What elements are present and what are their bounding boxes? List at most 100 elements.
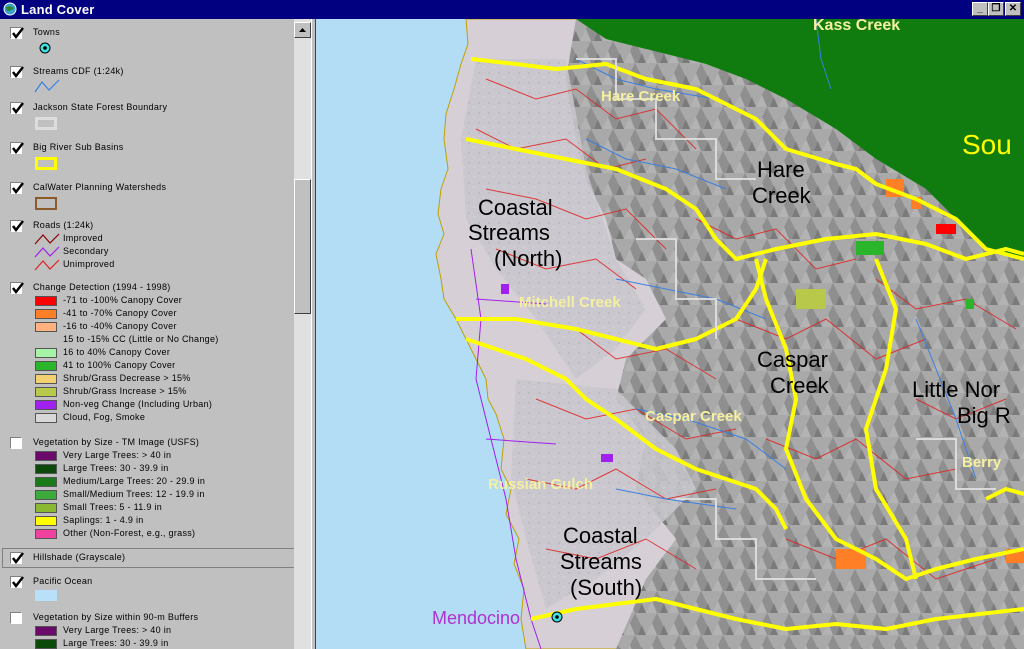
road-unimproved-icon [34,259,60,271]
change-checkbox[interactable] [10,282,24,295]
arrow-up-icon [299,28,306,32]
change-swatch [35,400,57,410]
checkmark-icon [12,220,24,233]
change-item-label: Shrub/Grass Decrease > 15% [63,373,191,383]
legend-scrollbar[interactable] [294,19,311,649]
restore-button[interactable]: ❐ [988,2,1004,16]
legend-panel: Towns Streams CDF (1:24k) Jackson State … [0,19,294,649]
vegbuf-checkbox[interactable] [10,612,22,624]
road-secondary-icon [34,246,60,258]
mitchell-creek-label: Mitchell Creek [519,294,621,311]
caspar-creek-label: Caspar Creek [645,408,742,425]
vegsize-swatch [35,490,57,500]
streams-checkbox[interactable] [10,66,24,79]
map-canvas [316,19,1024,649]
change-swatch [35,374,57,384]
roads-checkbox[interactable] [10,220,24,233]
caspar-basin-label-line2: Creek [770,373,829,398]
towns-checkbox[interactable] [10,27,24,40]
checkmark-icon [12,142,24,155]
coastal-north-label-line2: Streams [468,220,550,245]
coastal-south-label-line3: (South) [570,575,643,600]
vegsize-item-label: Large Trees: 30 - 39.9 in [63,463,169,473]
vegsize-item-label: Saplings: 1 - 4.9 in [63,515,144,525]
checkmark-icon [12,27,24,40]
vegbuf-swatch [35,626,57,636]
mendocino-label: Mendocino [432,608,521,628]
change-item-label: Cloud, Fog, Smoke [63,412,146,422]
berry-label: Berry [962,454,1002,471]
coastal-north-label-line1: Coastal [478,195,553,220]
change-item-label: Non-veg Change (Including Urban) [63,399,213,409]
vegsize-swatch [35,503,57,513]
vegsize-item-label: Very Large Trees: > 40 in [63,450,172,460]
vegbuf-item-label: Large Trees: 30 - 39.9 in [63,638,169,648]
scroll-thumb[interactable] [294,179,311,314]
change-item-label: -71 to -100% Canopy Cover [63,295,183,305]
change-item-label: 15 to -15% CC (Little or No Change) [63,334,219,344]
minimize-button[interactable]: _ [972,2,988,16]
vegsize-item-label: Medium/Large Trees: 20 - 29.9 in [63,476,206,486]
checkmark-icon [12,282,24,295]
change-item-label: -16 to -40% Canopy Cover [63,321,177,331]
vegsize-swatch [35,451,57,461]
change-item-label: -41 to -70% Canopy Cover [63,308,177,318]
hare-basin-label-line1: Hare [757,157,805,182]
road-improved-icon [34,233,60,245]
ocean-swatch [35,590,57,601]
road-improved-label: Improved [63,233,103,243]
bigriver-swatch [35,157,57,170]
vegsize-item-label: Small/Medium Trees: 12 - 19.9 in [63,489,205,499]
kass-creek-label: Kass Creek [813,19,901,34]
vegsize-checkbox[interactable] [10,437,22,449]
checkmark-icon [12,552,24,565]
streams-label: Streams CDF (1:24k) [33,66,124,76]
coastal-south-label-line2: Streams [560,549,642,574]
bigriver-checkbox[interactable] [10,142,24,155]
jackson-swatch [35,117,57,130]
change-swatch [35,309,57,319]
town-marker-mendocino[interactable] [551,611,563,623]
vegbuf-item-label: Very Large Trees: > 40 in [63,625,172,635]
little-north-fork-label-line2: Big R [957,403,1011,428]
change-item-label: 41 to 100% Canopy Cover [63,360,176,370]
little-north-fork-label-line1: Little Nor [912,377,1001,402]
change-swatch [35,413,57,423]
change-swatch [35,387,57,397]
vegsize-swatch [35,529,57,539]
vegsize-swatch [35,516,57,526]
checkmark-icon [12,102,24,115]
ocean-checkbox[interactable] [10,576,24,589]
vegbuf-swatch [35,639,57,649]
vegsize-swatch [35,477,57,487]
vegsize-label: Vegetation by Size - TM Image (USFS) [33,437,200,447]
hare-basin-label-line2: Creek [752,183,811,208]
caspar-basin-label-line1: Caspar [757,347,828,372]
checkmark-icon [12,182,24,195]
globe-app-icon [3,2,17,16]
hare-creek-label: Hare Creek [601,88,681,105]
vegsize-swatch [35,464,57,474]
hillshade-checkbox[interactable] [10,552,24,565]
town-point-icon [39,42,51,54]
minimize-icon: _ [977,3,983,14]
change-label: Change Detection (1994 - 1998) [33,282,171,292]
change-swatch [35,348,57,358]
change-swatch [35,322,57,332]
close-button[interactable]: ✕ [1005,2,1021,16]
jackson-checkbox[interactable] [10,102,24,115]
scroll-up-button[interactable] [294,22,311,38]
jackson-label: Jackson State Forest Boundary [33,102,168,112]
bigriver-label: Big River Sub Basins [33,142,124,152]
map-view[interactable]: Kass Creek Sou Hare Creek Hare Creek Coa… [316,19,1024,649]
hillshade-label: Hillshade (Grayscale) [33,552,126,562]
coastal-north-label-line3: (North) [494,246,563,271]
coastal-south-label-line1: Coastal [563,523,638,548]
change-swatch [35,296,57,306]
vegsize-item-label: Small Trees: 5 - 11.9 in [63,502,163,512]
restore-icon: ❐ [991,3,1001,14]
towns-label: Towns [33,27,61,37]
calwater-checkbox[interactable] [10,182,24,195]
road-unimproved-label: Unimproved [63,259,115,269]
calwater-swatch [35,197,57,210]
